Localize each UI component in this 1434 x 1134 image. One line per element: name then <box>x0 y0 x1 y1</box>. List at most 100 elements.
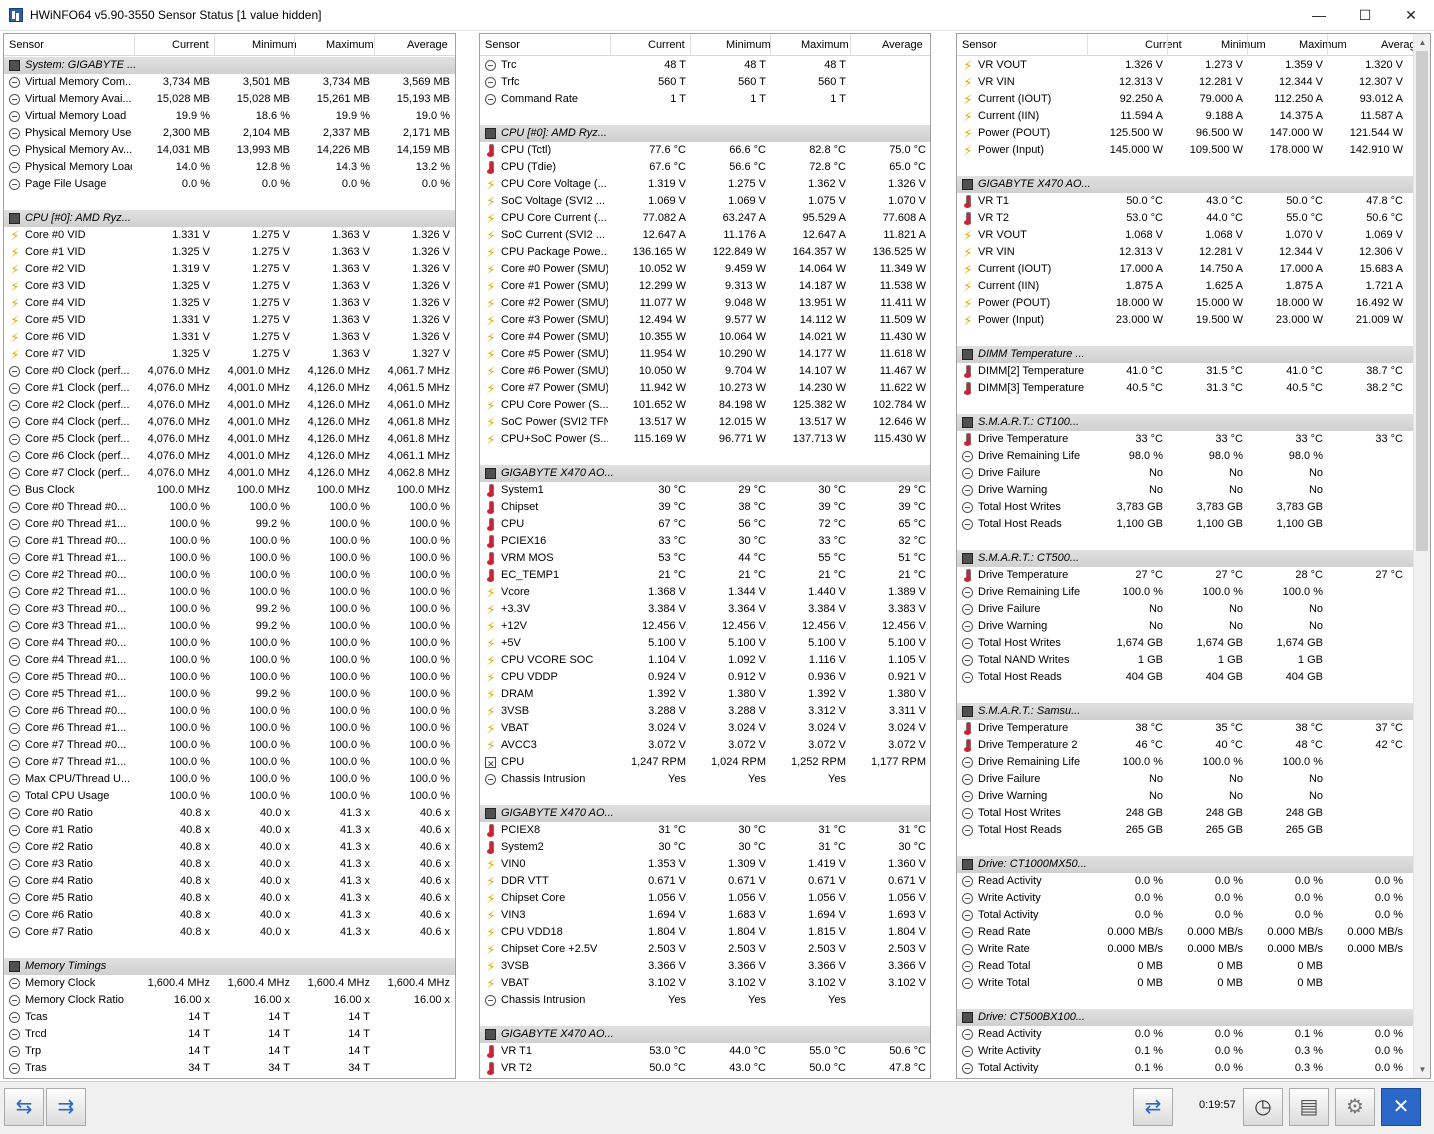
sensor-row[interactable]: Total Host Writes 1,674 GB 1,674 GB 1,674 G… <box>957 635 1430 652</box>
sensor-row[interactable]: Core #6 Ratio 40.8 x 40.0 x 41.3 x 40.6 x <box>4 907 455 924</box>
column-header-maximum[interactable]: Maximum <box>326 39 374 51</box>
sensor-row[interactable]: Core #5 Thread #0... 100.0 % 100.0 % 100.0 … <box>4 669 455 686</box>
sensor-row[interactable]: Core #6 Thread #1... 100.0 % 100.0 % 100.0 … <box>4 720 455 737</box>
sensor-row[interactable]: ⚡ CPU+SoC Power (S... 115.169 W 96.771 W 137… <box>480 431 930 448</box>
sensor-row[interactable]: Trp 14 T 14 T 14 T <box>4 1043 455 1060</box>
sensor-row[interactable]: ⚡ Core #0 VID 1.331 V 1.275 V 1.363 V 1.326 V <box>4 227 455 244</box>
sensor-row[interactable]: Core #0 Clock (perf... 4,076.0 MHz 4,001.0… <box>4 363 455 380</box>
sensor-row[interactable]: Drive Temperature 27 °C 27 °C 28 °C 27 °C <box>957 567 1430 584</box>
column-divider[interactable] <box>134 34 135 56</box>
sensor-row[interactable]: Core #2 Thread #1... 100.0 % 100.0 % 100.0 … <box>4 584 455 601</box>
close-sensors-button[interactable]: ✕ <box>1381 1088 1421 1126</box>
settings-gear-icon[interactable]: ⚙ <box>1335 1088 1375 1126</box>
maximize-button[interactable]: ☐ <box>1342 0 1388 30</box>
sensor-row[interactable]: Core #0 Ratio 40.8 x 40.0 x 41.3 x 40.6 x <box>4 805 455 822</box>
sensor-row[interactable]: Physical Memory Load 14.0 % 12.8 % 14.3 % 13… <box>4 159 455 176</box>
sensor-row[interactable]: ⚡ VBAT 3.102 V 3.102 V 3.102 V 3.102 V <box>480 975 930 992</box>
sensor-row[interactable]: Core #3 Thread #0... 100.0 % 99.2 % 100.0 %… <box>4 601 455 618</box>
sensor-row[interactable]: ⚡ Power (POUT) 18.000 W 15.000 W 18.000 W 16.… <box>957 295 1430 312</box>
sensor-group-header[interactable]: Drive: CT1000MX50... <box>957 856 1430 873</box>
sensor-row[interactable]: Read Activity 0.0 % 0.0 % 0.1 % 0.0 % <box>957 1026 1430 1043</box>
sensor-row[interactable]: ⚡ VR VIN 12.313 V 12.281 V 12.344 V 12.307 V <box>957 74 1430 91</box>
sensor-row[interactable]: ⚡ SoC Voltage (SVI2 ... 1.069 V 1.069 V 1.07… <box>480 193 930 210</box>
sensor-row[interactable]: Virtual Memory Avai... 15,028 MB 15,028 MB… <box>4 91 455 108</box>
sensor-panel-3[interactable]: Sensor Current Minimum Maximum Average ⚡ VR VO… <box>956 33 1431 1079</box>
sensor-group-header[interactable]: GIGABYTE X470 AO... <box>480 1026 930 1043</box>
sensor-row[interactable]: ⚡ Core #4 Power (SMU) 10.355 W 10.064 W 14.0… <box>480 329 930 346</box>
sensor-row[interactable]: ⚡ CPU Core Voltage (... 1.319 V 1.275 V 1.36… <box>480 176 930 193</box>
column-divider[interactable] <box>770 34 771 56</box>
scroll-up-icon[interactable]: ▲ <box>1414 34 1430 51</box>
sensor-row[interactable]: ⚡ 3VSB 3.288 V 3.288 V 3.312 V 3.311 V <box>480 703 930 720</box>
column-header[interactable]: Sensor Current Minimum Maximum Average <box>480 34 930 56</box>
sensor-row[interactable]: ⚡ SoC Current (SVI2 ... 12.647 A 11.176 A 12… <box>480 227 930 244</box>
sensor-row[interactable]: Drive Failure No No No <box>957 601 1430 618</box>
sensor-row[interactable]: ⚡ Core #3 VID 1.325 V 1.275 V 1.363 V 1.326 V <box>4 278 455 295</box>
sensor-row[interactable]: Core #1 Thread #1... 100.0 % 100.0 % 100.0 … <box>4 550 455 567</box>
sensor-row[interactable]: Total Activity 0.1 % 0.0 % 0.3 % 0.0 % <box>957 1060 1430 1077</box>
sensor-group-header[interactable]: S.M.A.R.T.: CT100... <box>957 414 1430 431</box>
sensor-row[interactable]: ⚡ Chipset Core 1.056 V 1.056 V 1.056 V 1.056 … <box>480 890 930 907</box>
sensor-row[interactable]: ⚡ Current (IIN) 11.594 A 9.188 A 14.375 A 11.… <box>957 108 1430 125</box>
sensor-row[interactable]: System1 30 °C 29 °C 30 °C 29 °C <box>480 482 930 499</box>
sensor-row[interactable]: ⚡ Power (POUT) 125.500 W 96.500 W 147.000 W 1… <box>957 125 1430 142</box>
sensor-row[interactable]: Virtual Memory Com... 3,734 MB 3,501 MB 3,7… <box>4 74 455 91</box>
sensor-row[interactable]: ⚡ Chipset Core +2.5V 2.503 V 2.503 V 2.503 V… <box>480 941 930 958</box>
sensor-row[interactable]: Core #7 Thread #0... 100.0 % 100.0 % 100.0 … <box>4 737 455 754</box>
sensor-row[interactable]: ⚡ Power (Input) 23.000 W 19.500 W 23.000 W 21… <box>957 312 1430 329</box>
sensor-row[interactable]: ⚡ AVCC3 3.072 V 3.072 V 3.072 V 3.072 V <box>480 737 930 754</box>
sensor-row[interactable]: Core #7 Ratio 40.8 x 40.0 x 41.3 x 40.6 x <box>4 924 455 941</box>
sensor-row[interactable]: Chipset 39 °C 38 °C 39 °C 39 °C <box>480 499 930 516</box>
sensor-row[interactable]: Core #5 Clock (perf... 4,076.0 MHz 4,001.0… <box>4 431 455 448</box>
sensor-row[interactable]: Core #1 Clock (perf... 4,076.0 MHz 4,001.0… <box>4 380 455 397</box>
sensor-row[interactable]: Write Rate 0.000 MB/s 0.000 MB/s 0.000 MB/s… <box>957 941 1430 958</box>
sensor-row[interactable]: VR T2 50.0 °C 43.0 °C 50.0 °C 47.8 °C <box>480 1060 930 1077</box>
sensor-row[interactable]: Drive Warning No No No <box>957 788 1430 805</box>
sensor-row[interactable]: Tcas 14 T 14 T 14 T <box>4 1009 455 1026</box>
sensor-row[interactable]: Core #2 Clock (perf... 4,076.0 MHz 4,001.0… <box>4 397 455 414</box>
sensor-row[interactable]: Total Host Writes 3,783 GB 3,783 GB 3,783 G… <box>957 499 1430 516</box>
sensor-row[interactable]: Total Host Reads 1,100 GB 1,100 GB 1,100 GB <box>957 516 1430 533</box>
sensor-row[interactable]: Total CPU Usage 100.0 % 100.0 % 100.0 % 100.… <box>4 788 455 805</box>
sensor-group-header[interactable]: S.M.A.R.T.: CT500... <box>957 550 1430 567</box>
sensor-group-header[interactable]: GIGABYTE X470 AO... <box>957 176 1430 193</box>
sensor-row[interactable]: CPU (Tdie) 67.6 °C 56.6 °C 72.8 °C 65.0 °C <box>480 159 930 176</box>
column-divider[interactable] <box>1167 34 1168 56</box>
sensor-row[interactable]: Drive Remaining Life 100.0 % 100.0 % 100.0 … <box>957 584 1430 601</box>
sensor-row[interactable]: Core #7 Thread #1... 100.0 % 100.0 % 100.0 … <box>4 754 455 771</box>
clock-reset-icon[interactable]: ◷ <box>1243 1088 1283 1126</box>
sensor-group-header[interactable]: GIGABYTE X470 AO... <box>480 805 930 822</box>
sensor-panel-1[interactable]: Sensor Current Minimum Maximum Average System… <box>3 33 456 1079</box>
sensor-row[interactable]: Drive Warning No No No <box>957 618 1430 635</box>
sensor-row[interactable]: ⚡ VIN3 1.694 V 1.683 V 1.694 V 1.693 V <box>480 907 930 924</box>
sensor-row[interactable]: ⚡ VR VIN 12.313 V 12.281 V 12.344 V 12.306 V <box>957 244 1430 261</box>
sensor-group-header[interactable]: DIMM Temperature ... <box>957 346 1430 363</box>
sensor-row[interactable]: Core #6 Thread #0... 100.0 % 100.0 % 100.0 … <box>4 703 455 720</box>
column-header[interactable]: Sensor Current Minimum Maximum Average <box>957 34 1430 56</box>
sensor-row[interactable]: System2 30 °C 30 °C 31 °C 30 °C <box>480 839 930 856</box>
sensor-row[interactable]: ⚡ +12V 12.456 V 12.456 V 12.456 V 12.456 V <box>480 618 930 635</box>
sensor-row[interactable]: Virtual Memory Load 19.9 % 18.6 % 19.9 % 19.… <box>4 108 455 125</box>
sensor-row[interactable]: Core #4 Thread #1... 100.0 % 100.0 % 100.0 … <box>4 652 455 669</box>
sensor-row[interactable]: VR T2 53.0 °C 44.0 °C 55.0 °C 50.6 °C <box>957 210 1430 227</box>
sensor-group-header[interactable]: Drive: CT500BX100... <box>957 1009 1430 1026</box>
sensor-row[interactable]: ⚡ Vcore 1.368 V 1.344 V 1.440 V 1.389 V <box>480 584 930 601</box>
sensor-row[interactable]: ⚡ CPU VCORE SOC 1.104 V 1.092 V 1.116 V 1.105… <box>480 652 930 669</box>
sensor-row[interactable]: Drive Remaining Life 98.0 % 98.0 % 98.0 % <box>957 448 1430 465</box>
sensor-row[interactable]: CPU 67 °C 56 °C 72 °C 65 °C <box>480 516 930 533</box>
column-header-sensor[interactable]: Sensor <box>962 39 997 51</box>
sensor-row[interactable]: Trcd 14 T 14 T 14 T <box>4 1026 455 1043</box>
column-divider[interactable] <box>610 34 611 56</box>
sensor-row[interactable]: ⚡ Core #6 VID 1.331 V 1.275 V 1.363 V 1.326 V <box>4 329 455 346</box>
sensor-row[interactable]: Core #4 Thread #0... 100.0 % 100.0 % 100.0 … <box>4 635 455 652</box>
sensor-row[interactable]: Core #1 Thread #0... 100.0 % 100.0 % 100.0 … <box>4 533 455 550</box>
column-header[interactable]: Sensor Current Minimum Maximum Average <box>4 34 455 56</box>
column-header-sensor[interactable]: Sensor <box>9 39 44 51</box>
sensor-row[interactable]: ⚡ Core #2 VID 1.319 V 1.275 V 1.363 V 1.326 V <box>4 261 455 278</box>
sensor-group-header[interactable]: CPU [#0]: AMD Ryz... <box>480 125 930 142</box>
sensor-row[interactable]: ⚡ CPU Package Powe... 136.165 W 122.849 W 16… <box>480 244 930 261</box>
sensor-row[interactable]: EC_TEMP1 21 °C 21 °C 21 °C 21 °C <box>480 567 930 584</box>
sensor-row[interactable]: Chassis Intrusion Yes Yes Yes <box>480 992 930 1009</box>
scroll-thumb[interactable] <box>1416 51 1428 551</box>
sensor-row[interactable]: Drive Remaining Life 100.0 % 100.0 % 100.0 … <box>957 754 1430 771</box>
